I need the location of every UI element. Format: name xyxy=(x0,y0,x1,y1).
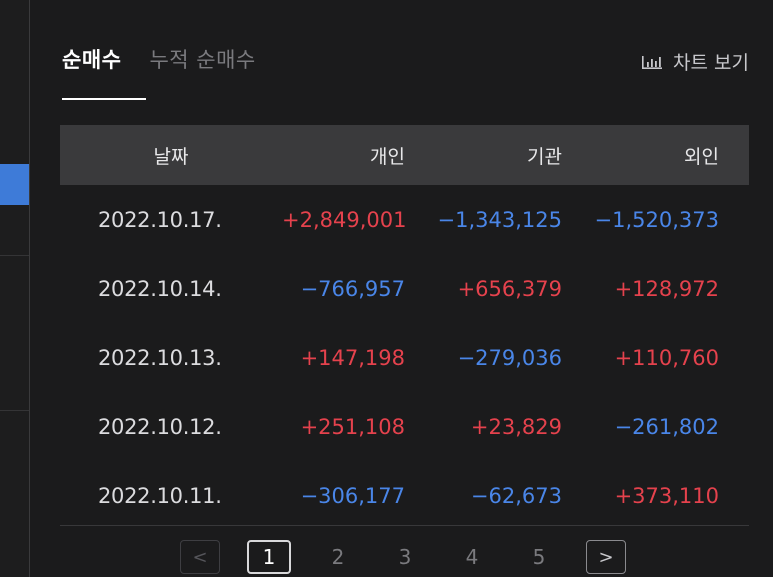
sidebar-divider xyxy=(0,255,29,256)
header-institution: 기관 xyxy=(527,145,562,168)
sidebar-divider xyxy=(0,410,29,411)
cell-foreign: +128,972 xyxy=(614,276,719,301)
cell-institution: +656,379 xyxy=(457,276,562,301)
table-row: 2022.10.14. −766,957 +656,379 +128,972 xyxy=(60,254,749,323)
cell-institution: −279,036 xyxy=(457,345,562,370)
page-3[interactable]: 3 xyxy=(385,540,425,574)
sidebar-active-indicator[interactable] xyxy=(0,164,29,205)
cell-individual: +147,198 xyxy=(300,345,405,370)
cell-individual: +251,108 xyxy=(300,414,405,439)
cell-date: 2022.10.13. xyxy=(98,345,222,370)
view-chart-label: 차트 보기 xyxy=(673,52,749,74)
table-row: 2022.10.11. −306,177 −62,673 +373,110 xyxy=(60,461,749,530)
table-row: 2022.10.17. +2,849,001 −1,343,125 −1,520… xyxy=(60,185,749,254)
pagination: < 1 2 3 4 5 > xyxy=(180,540,626,574)
cell-individual: −766,957 xyxy=(300,276,405,301)
cell-institution: −62,673 xyxy=(470,483,562,508)
page-1[interactable]: 1 xyxy=(247,540,291,574)
table-row: 2022.10.13. +147,198 −279,036 +110,760 xyxy=(60,323,749,392)
active-tab-underline xyxy=(62,98,146,100)
prev-page-button[interactable]: < xyxy=(180,540,220,574)
cell-foreign: −261,802 xyxy=(614,414,719,439)
cell-foreign: +373,110 xyxy=(614,483,719,508)
header-date: 날짜 xyxy=(153,145,189,168)
next-page-button[interactable]: > xyxy=(586,540,626,574)
left-sidebar xyxy=(0,0,30,577)
header-foreign: 외인 xyxy=(684,145,719,168)
page-4[interactable]: 4 xyxy=(452,540,492,574)
bar-chart-icon xyxy=(641,54,663,70)
cell-institution: +23,829 xyxy=(470,414,562,439)
header-individual: 개인 xyxy=(370,145,405,168)
cell-foreign: −1,520,373 xyxy=(594,207,719,232)
cell-date: 2022.10.14. xyxy=(98,276,222,301)
table-row: 2022.10.12. +251,108 +23,829 −261,802 xyxy=(60,392,749,461)
cell-individual: −306,177 xyxy=(300,483,405,508)
cell-foreign: +110,760 xyxy=(614,345,719,370)
page-2[interactable]: 2 xyxy=(318,540,358,574)
view-chart-button[interactable]: 차트 보기 xyxy=(641,48,749,75)
cell-date: 2022.10.11. xyxy=(98,483,222,508)
table-bottom-divider xyxy=(60,525,749,526)
table-header: 날짜 개인 기관 외인 xyxy=(60,125,749,185)
cell-individual: +2,849,001 xyxy=(282,207,407,232)
cell-date: 2022.10.17. xyxy=(98,207,222,232)
cell-institution: −1,343,125 xyxy=(437,207,562,232)
tab-cumulative-net-buy[interactable]: 누적 순매수 xyxy=(149,44,255,74)
tab-net-buy[interactable]: 순매수 xyxy=(62,44,121,74)
page-5[interactable]: 5 xyxy=(519,540,559,574)
net-buy-panel: 순매수 누적 순매수 차트 보기 날짜 개인 기관 외인 2022.10.17.… xyxy=(0,0,773,577)
cell-date: 2022.10.12. xyxy=(98,414,222,439)
tab-bar: 순매수 누적 순매수 xyxy=(62,44,256,74)
net-buy-table: 날짜 개인 기관 외인 2022.10.17. +2,849,001 −1,34… xyxy=(60,125,749,530)
